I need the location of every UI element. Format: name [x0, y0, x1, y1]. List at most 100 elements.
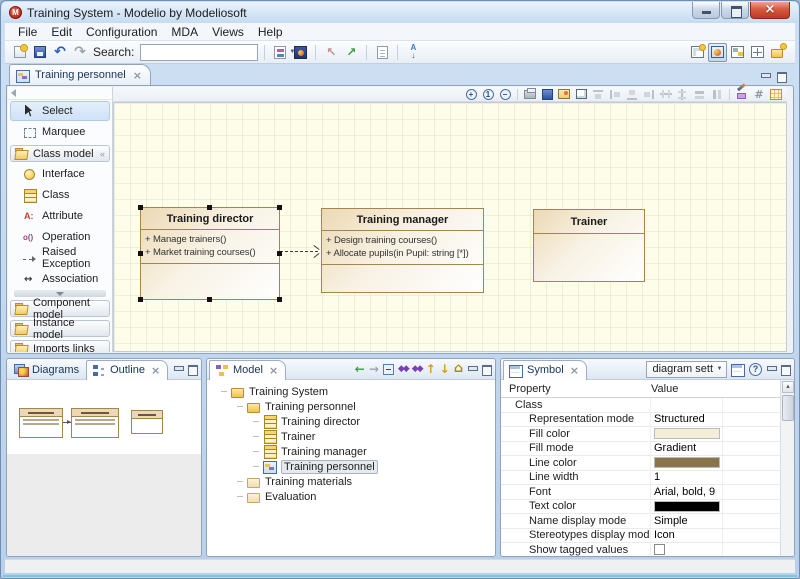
color-swatch[interactable] — [654, 428, 720, 439]
property-row-stereotypes-display-mode[interactable]: Stereotypes display mode Icon — [501, 529, 780, 544]
palette-item-attribute[interactable]: Attribute — [10, 206, 110, 226]
palette-tool-select[interactable]: Select — [10, 101, 110, 121]
tree-item-evaluation[interactable]: Evaluation — [207, 489, 495, 504]
property-row-representation-mode[interactable]: Representation mode Structured — [501, 413, 780, 428]
navigate-forward-icon[interactable]: → — [369, 363, 379, 375]
property-value[interactable]: Structured — [654, 413, 705, 425]
property-value[interactable]: 1 — [654, 471, 660, 483]
format-painter-icon[interactable] — [735, 88, 749, 101]
value-column-header[interactable]: Value — [651, 383, 678, 395]
tab-model[interactable]: Model × — [209, 360, 286, 380]
uml-class-training-manager[interactable]: Training manager + Design training cours… — [321, 208, 484, 293]
zoom-actual-icon[interactable]: 1 — [481, 88, 495, 101]
property-row-fill-mode[interactable]: Fill mode Gradient — [501, 442, 780, 457]
audit-icon[interactable] — [291, 43, 309, 61]
selection-handle-sw[interactable] — [138, 297, 143, 302]
close-tab-icon[interactable]: × — [269, 365, 278, 376]
checkbox[interactable] — [654, 544, 665, 555]
palette-group-instance-model[interactable]: Instance model — [10, 320, 110, 337]
palette-group-class-model[interactable]: Class model « — [10, 145, 110, 162]
undo-icon[interactable]: ↶ — [51, 43, 69, 61]
title-bar[interactable]: Training System - Modelio by Modeliosoft — [2, 2, 798, 23]
tree-item-training-materials[interactable]: Training materials — [207, 474, 495, 489]
report-icon[interactable] — [271, 43, 289, 61]
menu-item-edit[interactable]: Edit — [44, 24, 79, 40]
zoom-in-icon[interactable]: + — [464, 88, 478, 101]
close-tab-icon[interactable]: × — [570, 365, 579, 376]
minimize-pane-icon[interactable] — [766, 365, 776, 374]
align-top-icon[interactable] — [591, 88, 605, 101]
property-row-line-color[interactable]: Line color — [501, 456, 780, 471]
save-diagram-icon[interactable] — [540, 88, 554, 101]
home-icon[interactable]: ⌂ — [454, 363, 463, 375]
grid-perspective-icon[interactable] — [748, 43, 767, 62]
property-value[interactable]: Gradient — [654, 442, 696, 454]
tree-item-training-director[interactable]: Training director — [207, 414, 495, 429]
maximize-button[interactable] — [721, 2, 749, 19]
edit-styles-icon[interactable] — [731, 363, 745, 376]
close-tab-icon[interactable]: × — [133, 70, 142, 81]
scrollbar-thumb[interactable] — [782, 395, 794, 421]
color-swatch[interactable] — [654, 457, 720, 468]
scroll-up-icon[interactable]: ▲ — [782, 381, 794, 393]
align-left-icon[interactable] — [608, 88, 622, 101]
switch-config-left-icon[interactable]: ↖ — [322, 43, 340, 61]
thumb-training-director[interactable] — [19, 408, 63, 438]
maximize-pane-icon[interactable] — [780, 365, 790, 374]
print-icon[interactable] — [523, 88, 537, 101]
tree-item-trainer[interactable]: Trainer — [207, 429, 495, 444]
minimize-pane-icon[interactable] — [173, 365, 183, 374]
palette-item-association[interactable]: Association — [10, 269, 110, 289]
property-row-line-width[interactable]: Line width 1 — [501, 471, 780, 486]
tab-outline[interactable]: Outline × — [86, 360, 168, 380]
palette-item-interface[interactable]: Interface — [10, 164, 110, 184]
diagram-perspective-icon[interactable] — [708, 43, 727, 62]
document-icon[interactable] — [373, 43, 391, 61]
tab-training-personnel[interactable]: Training personnel × — [9, 64, 151, 85]
maximize-pane-icon[interactable] — [481, 365, 491, 374]
fit-page-icon[interactable] — [574, 88, 588, 101]
selection-handle-nw[interactable] — [138, 205, 143, 210]
palette-group-component-model[interactable]: Component model — [10, 300, 110, 317]
minimize-pane-icon[interactable] — [467, 365, 477, 374]
close-tab-icon[interactable]: × — [151, 365, 160, 376]
redo-icon[interactable]: ↷ — [71, 43, 89, 61]
property-value[interactable]: Icon — [654, 529, 675, 541]
property-value[interactable]: Simple — [654, 515, 688, 527]
tree-item-training-manager[interactable]: Training manager — [207, 444, 495, 459]
thumb-training-manager[interactable] — [71, 408, 119, 438]
align-bottom-icon[interactable] — [625, 88, 639, 101]
palette-tool-marquee[interactable]: Marquee — [10, 122, 110, 142]
property-group-row[interactable]: Class — [501, 398, 780, 413]
property-row-font[interactable]: Font Arial, bold, 9 — [501, 485, 780, 500]
link-with-selection-icon[interactable]: ◆◆ — [412, 364, 422, 374]
thumb-trainer[interactable] — [131, 410, 163, 434]
symbol-scrollbar[interactable]: ▲ ▼ — [780, 380, 794, 557]
tree-item-training-personnel[interactable]: Training personnel — [207, 459, 495, 474]
menu-item-configuration[interactable]: Configuration — [79, 24, 164, 40]
tree-item-training-system[interactable]: Training System — [207, 384, 495, 399]
color-swatch[interactable] — [654, 501, 720, 512]
align-right-icon[interactable] — [642, 88, 656, 101]
zoom-out-icon[interactable]: − — [498, 88, 512, 101]
menu-item-file[interactable]: File — [11, 24, 44, 40]
tab-symbol[interactable]: Symbol × — [503, 360, 587, 380]
tab-diagrams[interactable]: Diagrams — [9, 360, 86, 380]
minimize-button[interactable] — [692, 2, 720, 19]
settings-scope-combo[interactable]: diagram sett ▼ — [646, 361, 727, 378]
palette-item-raised-exception[interactable]: Raised Exception — [10, 248, 110, 268]
dependency-arrow[interactable] — [280, 251, 318, 252]
uml-class-trainer[interactable]: Trainer — [533, 209, 645, 282]
selection-handle-se[interactable] — [277, 297, 282, 302]
palette-item-operation[interactable]: Operation — [10, 227, 110, 247]
new-folder-perspective-icon[interactable] — [768, 43, 787, 62]
switch-config-right-icon[interactable]: ↗ — [342, 43, 360, 61]
table-perspective-icon[interactable] — [688, 43, 707, 62]
collapse-all-icon[interactable] — [383, 364, 394, 375]
selection-handle-s[interactable] — [207, 297, 212, 302]
property-row-fill-color[interactable]: Fill color — [501, 427, 780, 442]
tree-item-training-personnel[interactable]: Training personnel — [207, 399, 495, 414]
property-row-text-color[interactable]: Text color — [501, 500, 780, 515]
maximize-pane-icon[interactable] — [776, 72, 786, 81]
outline-view[interactable] — [7, 380, 201, 557]
